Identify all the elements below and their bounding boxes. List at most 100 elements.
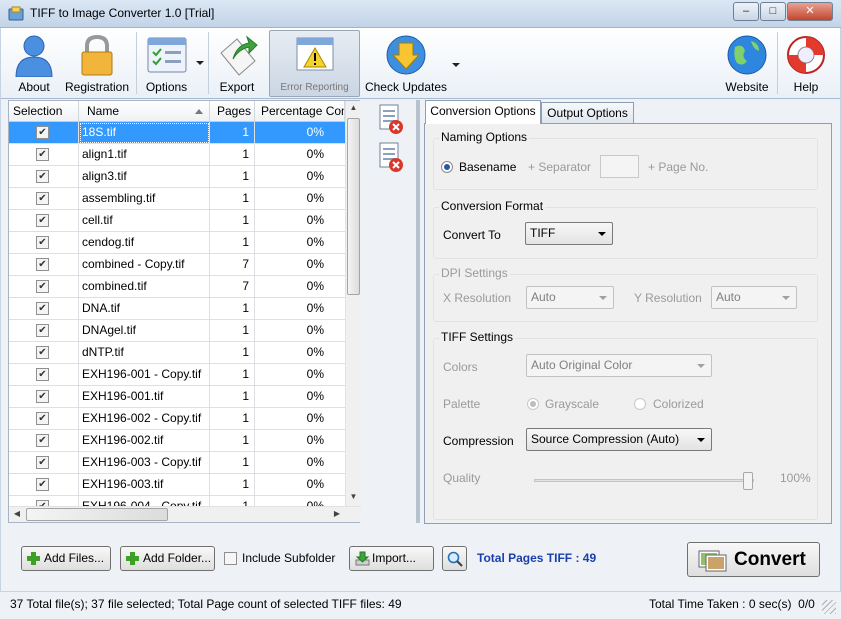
scroll-thumb[interactable] (347, 118, 360, 295)
scroll-right-icon[interactable]: ▶ (329, 507, 345, 522)
vertical-scrollbar[interactable]: ▲ ▼ (345, 101, 361, 506)
table-row[interactable]: ✔ combined - Copy.tif 7 0% (9, 254, 345, 276)
convert-to-label: Convert To (443, 228, 501, 242)
options-button[interactable]: Options (139, 30, 194, 97)
table-row[interactable]: ✔ assembling.tif 1 0% (9, 188, 345, 210)
check-updates-button[interactable]: Check Updates (363, 30, 449, 97)
row-checkbox[interactable]: ✔ (36, 346, 49, 359)
compression-select[interactable]: Source Compression (Auto) (526, 428, 712, 451)
column-header-percentage[interactable]: Percentage Completed (255, 101, 345, 122)
row-checkbox[interactable]: ✔ (36, 126, 49, 139)
add-files-button[interactable]: Add Files... (21, 546, 111, 571)
row-checkbox[interactable]: ✔ (36, 368, 49, 381)
table-row[interactable]: ✔ EXH196-001 - Copy.tif 1 0% (9, 364, 345, 386)
table-row[interactable]: ✔ EXH196-001.tif 1 0% (9, 386, 345, 408)
colorized-radio[interactable] (634, 398, 646, 410)
row-checkbox[interactable]: ✔ (36, 478, 49, 491)
close-button[interactable]: ✕ (787, 2, 833, 21)
quality-slider[interactable] (534, 472, 754, 490)
table-row[interactable]: ✔ EXH196-003.tif 1 0% (9, 474, 345, 496)
selection-cell: ✔ (9, 144, 79, 166)
options-dropdown-icon[interactable] (196, 61, 204, 65)
remove-all-icon[interactable] (377, 142, 405, 174)
scroll-left-icon[interactable]: ◀ (9, 507, 25, 522)
registration-label: Registration (64, 80, 130, 94)
remove-file-icon[interactable] (377, 104, 405, 136)
minimize-button[interactable]: – (733, 2, 759, 21)
table-row[interactable]: ✔ EXH196-003 - Copy.tif 1 0% (9, 452, 345, 474)
x-resolution-select[interactable]: Auto (526, 286, 614, 309)
row-checkbox[interactable]: ✔ (36, 456, 49, 469)
table-row[interactable]: ✔ DNA.tif 1 0% (9, 298, 345, 320)
selection-cell: ✔ (9, 276, 79, 298)
magnifier-icon (447, 551, 463, 567)
row-checkbox[interactable]: ✔ (36, 258, 49, 271)
row-checkbox[interactable]: ✔ (36, 148, 49, 161)
panel-splitter[interactable] (416, 100, 420, 523)
scroll-down-icon[interactable]: ▼ (346, 490, 361, 506)
row-checkbox[interactable]: ✔ (36, 302, 49, 315)
row-checkbox[interactable]: ✔ (36, 170, 49, 183)
column-header-name[interactable]: Name (79, 101, 210, 122)
percentage-cell: 0% (306, 411, 324, 425)
convert-button[interactable]: Convert (687, 542, 820, 577)
error-reporting-button[interactable]: Error Reporting (269, 30, 360, 97)
tab-conversion-options[interactable]: Conversion Options (425, 100, 541, 124)
about-button[interactable]: About (8, 30, 60, 97)
import-button[interactable]: Import... (349, 546, 434, 571)
column-header-pages[interactable]: Pages (210, 101, 255, 122)
table-row[interactable]: ✔ align3.tif 1 0% (9, 166, 345, 188)
horizontal-scrollbar[interactable]: ◀ ▶ (9, 506, 361, 522)
tab-output-options[interactable]: Output Options (541, 102, 634, 123)
hscroll-thumb[interactable] (26, 508, 168, 521)
name-cell: EXH196-002.tif (79, 430, 210, 452)
export-button[interactable]: Export (211, 30, 263, 97)
percentage-cell: 0% (306, 499, 324, 506)
grayscale-radio[interactable] (527, 398, 539, 410)
percentage-cell: 0% (306, 345, 324, 359)
percentage-cell: 0% (306, 433, 324, 447)
row-checkbox[interactable]: ✔ (36, 412, 49, 425)
help-button[interactable]: Help (781, 30, 831, 97)
include-subfolder-checkbox[interactable] (224, 552, 237, 565)
row-checkbox[interactable]: ✔ (36, 434, 49, 447)
scroll-up-icon[interactable]: ▲ (346, 101, 361, 117)
lifebuoy-icon (787, 36, 825, 74)
basename-radio[interactable] (441, 161, 453, 173)
table-row[interactable]: ✔ EXH196-002.tif 1 0% (9, 430, 345, 452)
table-row[interactable]: ✔ dNTP.tif 1 0% (9, 342, 345, 364)
row-checkbox[interactable]: ✔ (36, 192, 49, 205)
updates-dropdown-icon[interactable] (452, 63, 460, 67)
row-checkbox[interactable]: ✔ (36, 280, 49, 293)
table-row[interactable]: ✔ DNAgel.tif 1 0% (9, 320, 345, 342)
table-row[interactable]: ✔ align1.tif 1 0% (9, 144, 345, 166)
colors-select[interactable]: Auto Original Color (526, 354, 712, 377)
row-checkbox[interactable]: ✔ (36, 236, 49, 249)
table-row[interactable]: ✔ combined.tif 7 0% (9, 276, 345, 298)
search-button[interactable] (442, 546, 467, 571)
resize-grip[interactable] (822, 600, 836, 614)
maximize-button[interactable]: □ (760, 2, 786, 21)
table-row[interactable]: ✔ EXH196-002 - Copy.tif 1 0% (9, 408, 345, 430)
column-header-selection[interactable]: Selection (9, 101, 79, 122)
export-label: Export (219, 80, 255, 94)
row-checkbox[interactable]: ✔ (36, 390, 49, 403)
name-cell: combined.tif (79, 276, 210, 298)
table-row[interactable]: ✔ cell.tif 1 0% (9, 210, 345, 232)
convert-to-select[interactable]: TIFF (525, 222, 613, 245)
pages-cell: 1 (210, 320, 255, 342)
row-checkbox[interactable]: ✔ (36, 214, 49, 227)
separator-field[interactable] (600, 155, 639, 178)
row-checkbox[interactable]: ✔ (36, 324, 49, 337)
website-button[interactable]: Website (722, 30, 772, 97)
table-row[interactable]: ✔ 18S.tif 1 0% (9, 122, 345, 144)
add-folder-button[interactable]: Add Folder... (120, 546, 215, 571)
selection-cell: ✔ (9, 474, 79, 496)
selection-cell: ✔ (9, 188, 79, 210)
table-row[interactable]: ✔EXH196-004 - Copy.tif1 0% (9, 496, 345, 506)
quality-slider-thumb[interactable] (743, 472, 753, 490)
y-resolution-select[interactable]: Auto (711, 286, 797, 309)
pages-cell: 1 (210, 452, 255, 474)
table-row[interactable]: ✔ cendog.tif 1 0% (9, 232, 345, 254)
registration-button[interactable]: Registration (61, 30, 133, 97)
